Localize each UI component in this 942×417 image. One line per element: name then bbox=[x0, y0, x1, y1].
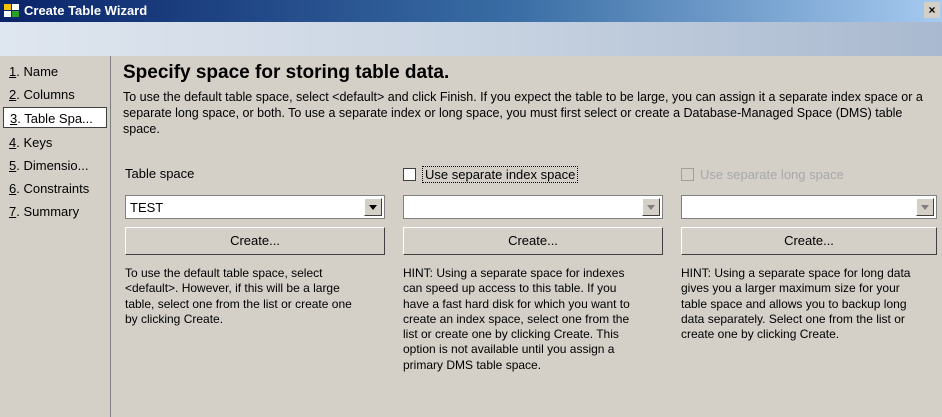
index-space-dropdown[interactable] bbox=[403, 195, 663, 219]
window-title: Create Table Wizard bbox=[24, 3, 148, 18]
nav-item-summary[interactable]: 7. Summary bbox=[3, 201, 107, 222]
chevron-down-icon[interactable] bbox=[642, 198, 660, 216]
index-space-hint: HINT: Using a separate space for indexes… bbox=[403, 266, 630, 372]
long-space-dropdown[interactable] bbox=[681, 195, 937, 219]
nav-item-dimensions[interactable]: 5. Dimensio... bbox=[3, 155, 107, 176]
index-space-checkbox[interactable] bbox=[403, 167, 416, 181]
index-space-checkbox-row[interactable]: Use separate index space bbox=[403, 165, 579, 183]
nav-item-constraints[interactable]: 6. Constraints bbox=[3, 178, 107, 199]
table-space-dropdown[interactable]: TEST bbox=[125, 195, 385, 219]
chevron-down-icon[interactable] bbox=[916, 198, 934, 216]
nav-item-name[interactable]: 1. Name bbox=[3, 61, 107, 82]
long-space-checkbox-row[interactable]: Use separate long space bbox=[681, 166, 844, 182]
page-title: Specify space for storing table data. bbox=[123, 62, 450, 83]
long-space-checkbox[interactable] bbox=[681, 167, 694, 181]
nav-item-table-space[interactable]: 3. Table Spa... bbox=[3, 107, 107, 128]
long-space-hint: HINT: Using a separate space for long da… bbox=[681, 266, 911, 342]
title-bar[interactable]: Create Table Wizard × bbox=[0, 0, 942, 22]
table-space-label: Table space bbox=[125, 166, 195, 181]
create-long-space-button[interactable]: Create... bbox=[681, 227, 937, 255]
table-space-value: TEST bbox=[130, 200, 164, 215]
long-space-checkbox-label[interactable]: Use separate long space bbox=[700, 167, 844, 182]
wizard-window: Create Table Wizard × 1. Name 2. Columns… bbox=[0, 0, 942, 417]
index-space-checkbox-label[interactable]: Use separate index space bbox=[422, 165, 579, 183]
wizard-nav: 1. Name 2. Columns 3. Table Spa... 4. Ke… bbox=[0, 56, 111, 417]
close-icon[interactable]: × bbox=[924, 2, 940, 18]
create-index-space-button[interactable]: Create... bbox=[403, 227, 663, 255]
chevron-down-icon[interactable] bbox=[364, 198, 382, 216]
table-space-hint: To use the default table space, select <… bbox=[125, 266, 352, 326]
nav-item-keys[interactable]: 4. Keys bbox=[3, 132, 107, 153]
header-banner bbox=[0, 22, 942, 56]
create-table-space-button[interactable]: Create... bbox=[125, 227, 385, 255]
intro-text: To use the default table space, select <… bbox=[123, 90, 923, 136]
nav-item-columns[interactable]: 2. Columns bbox=[3, 84, 107, 105]
app-icon bbox=[4, 4, 19, 17]
content-panel: Specify space for storing table data. To… bbox=[111, 56, 942, 417]
